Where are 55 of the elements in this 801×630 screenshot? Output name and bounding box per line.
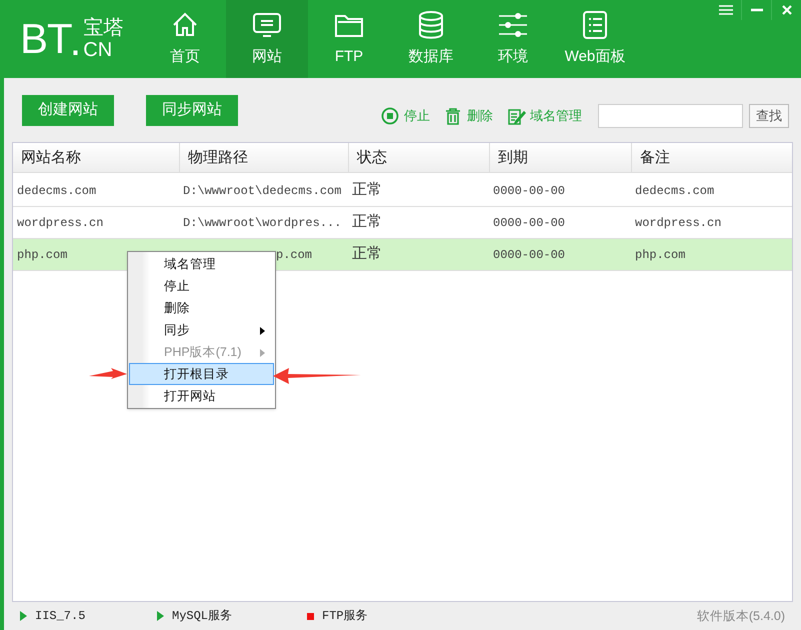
table-cell-text: 0000-00-00	[493, 214, 566, 232]
table-row[interactable]: dedecms.com D:\wwwroot\dedecms.com 正常 0000-00-00 dedecms.com	[13, 175, 792, 207]
close-icon	[782, 5, 792, 15]
database-icon	[416, 10, 446, 40]
service-label: IIS_7.5	[35, 608, 86, 625]
table-cell-text: 正常	[352, 180, 382, 200]
logo-text: 宝塔	[83, 17, 124, 39]
nav-tab[interactable]: 数据库	[390, 0, 472, 78]
toolbar-button[interactable]: 创建网站	[22, 94, 114, 126]
table-cell-text: wordpress.cn	[17, 214, 104, 232]
search-field[interactable]	[598, 104, 743, 128]
menu-item[interactable]: 停止	[129, 275, 274, 297]
nav-tab[interactable]: Web面板	[554, 0, 636, 78]
toolbar-action[interactable]: 域名管理	[507, 106, 582, 126]
column-header: 状态	[348, 143, 489, 173]
arrow-icon	[89, 368, 127, 380]
table-cell-text: 0000-00-00	[493, 246, 566, 264]
toolbar-button[interactable]: 同步网站	[146, 94, 238, 126]
version-text: 软件版本(5.4.0)	[696, 608, 785, 625]
table-cell-text: D:\wwwroot\wordpres...	[183, 214, 342, 232]
list-icon	[580, 10, 610, 40]
table-cell-text: p.com	[276, 246, 312, 264]
nav-tab[interactable]: 首页	[144, 0, 226, 78]
toolbar-action[interactable]: 停止	[381, 106, 430, 126]
table-cell-text: dedecms.com	[17, 182, 96, 200]
table-cell-text: 0000-00-00	[493, 182, 566, 200]
table-cell-text: 正常	[352, 244, 382, 264]
nav-tab[interactable]: FTP	[308, 0, 390, 78]
table-cell-text: php.com	[17, 246, 68, 264]
menu-icon	[719, 5, 733, 15]
table-cell-text: 正常	[352, 212, 382, 232]
table-cell-text: dedecms.com	[635, 182, 714, 200]
trash-icon	[444, 106, 463, 126]
column-header: 到期	[489, 143, 631, 173]
minimize-icon	[750, 8, 762, 12]
table-cell-text: wordpress.cn	[635, 214, 722, 232]
column-header: 网站名称	[20, 148, 82, 168]
menu-item[interactable]: 删除	[129, 297, 274, 319]
toolbar-action[interactable]: 删除	[444, 106, 493, 126]
nav-tab[interactable]: 环境	[472, 0, 554, 78]
logo-text: BT	[20, 18, 72, 60]
service-label: FTP服务	[322, 608, 368, 625]
column-header: 备注	[631, 143, 792, 173]
search-button[interactable]: 查找	[749, 104, 789, 128]
edit-icon	[507, 106, 526, 126]
menu-item[interactable]: 同步	[129, 319, 274, 341]
nav-tab[interactable]: 网站	[226, 0, 308, 78]
menu-item[interactable]: 打开根目录	[129, 363, 274, 385]
column-header: 物理路径	[179, 143, 348, 173]
menu-item[interactable]: 打开网站	[129, 385, 274, 407]
stop-icon	[381, 106, 400, 126]
table-cell-text: php.com	[635, 246, 686, 264]
table-cell-text: D:\wwwroot\dedecms.com	[183, 182, 342, 200]
logo-text: CN	[83, 39, 114, 61]
service-label: MySQL服务	[172, 608, 232, 625]
